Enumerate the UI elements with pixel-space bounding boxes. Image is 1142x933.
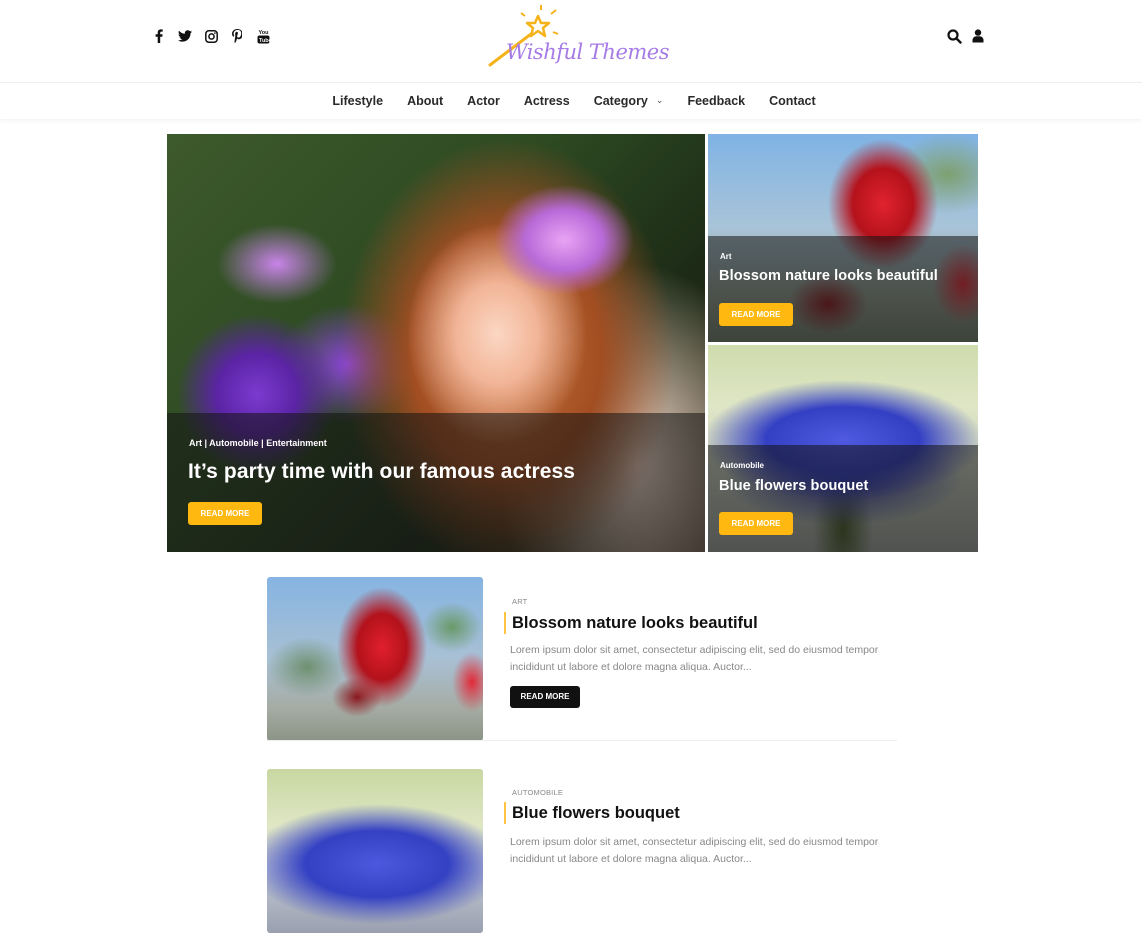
read-more-button[interactable]: READ MORE — [510, 686, 580, 708]
read-more-button[interactable]: READ MORE — [719, 512, 793, 535]
card-categories: Art | Automobile | Entertainment — [189, 438, 327, 448]
card-overlay: Art Blossom nature looks beautiful READ … — [708, 236, 978, 342]
nav-item-category[interactable]: Category ⌄ — [582, 94, 676, 108]
post-excerpt: Lorem ipsum dolor sit amet, consectetur … — [510, 644, 879, 673]
facebook-icon[interactable] — [152, 28, 166, 44]
post-title[interactable]: Blossom nature looks beautiful — [512, 612, 758, 634]
card-overlay: Art | Automobile | Entertainment It’s pa… — [167, 413, 705, 552]
svg-text:You: You — [258, 30, 268, 36]
read-more-button[interactable]: READ MORE — [188, 502, 262, 525]
logo-wordmark: Wishful Themes — [506, 40, 670, 64]
card-category: Art — [720, 252, 732, 261]
featured-card-side[interactable]: Automobile Blue flowers bouquet READ MOR… — [708, 345, 978, 552]
instagram-icon[interactable] — [204, 28, 218, 44]
post-category[interactable]: ART — [512, 597, 527, 606]
card-category: Automobile — [720, 461, 764, 470]
read-more-button[interactable]: READ MORE — [719, 303, 793, 326]
nav-item-actress[interactable]: Actress — [512, 94, 582, 108]
chevron-down-icon: ⌄ — [655, 94, 664, 105]
card-title[interactable]: Blue flowers bouquet — [719, 478, 868, 494]
featured-card-main[interactable]: Art | Automobile | Entertainment It’s pa… — [167, 134, 705, 552]
post-thumbnail[interactable] — [267, 769, 483, 933]
twitter-icon[interactable] — [178, 28, 192, 44]
youtube-icon[interactable]: You Tube — [256, 28, 270, 44]
post-category[interactable]: AUTOMOBILE — [512, 788, 563, 797]
featured-card-side[interactable]: Art Blossom nature looks beautiful READ … — [708, 134, 978, 342]
site-header: You Tube Wishful Themes — [0, 0, 1142, 82]
nav-item-about[interactable]: About — [395, 94, 455, 108]
post-divider — [267, 740, 897, 741]
nav-item-contact[interactable]: Contact — [757, 94, 828, 108]
user-icon[interactable] — [970, 28, 986, 44]
post-title-wrap: Blue flowers bouquet — [504, 802, 680, 824]
search-icon[interactable] — [946, 28, 962, 44]
social-links: You Tube — [152, 28, 270, 44]
post-list-item: ART Blossom nature looks beautiful Lorem… — [267, 577, 897, 747]
main-nav: Lifestyle About Actor Actress Category ⌄ … — [0, 82, 1142, 119]
card-overlay: Automobile Blue flowers bouquet READ MOR… — [708, 445, 978, 552]
header-actions — [946, 28, 986, 44]
nav-item-lifestyle[interactable]: Lifestyle — [320, 94, 395, 108]
post-title[interactable]: Blue flowers bouquet — [512, 802, 680, 824]
nav-item-actor[interactable]: Actor — [455, 94, 512, 108]
nav-item-feedback[interactable]: Feedback — [675, 94, 757, 108]
site-logo[interactable]: Wishful Themes — [486, 2, 670, 74]
post-list-item: AUTOMOBILE Blue flowers bouquet Lorem ip… — [267, 769, 897, 933]
post-excerpt: Lorem ipsum dolor sit amet, consectetur … — [510, 836, 879, 865]
svg-text:Tube: Tube — [259, 38, 270, 44]
pinterest-icon[interactable] — [230, 28, 244, 44]
card-title[interactable]: It’s party time with our famous actress — [188, 460, 575, 484]
post-title-wrap: Blossom nature looks beautiful — [504, 612, 758, 634]
post-thumbnail[interactable] — [267, 577, 483, 741]
card-title[interactable]: Blossom nature looks beautiful — [719, 268, 938, 284]
